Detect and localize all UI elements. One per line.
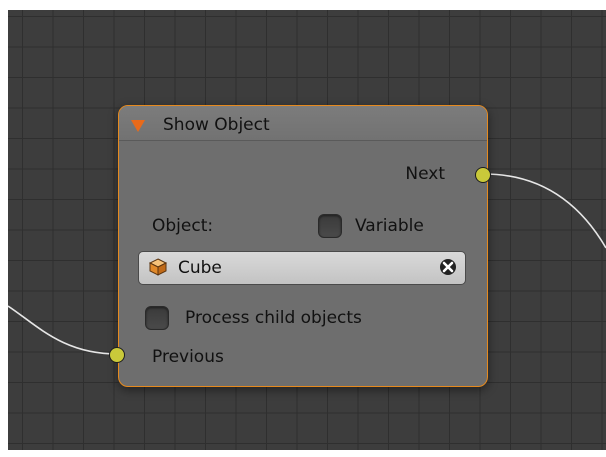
process-children-checkbox[interactable] bbox=[145, 306, 169, 330]
output-socket-next[interactable] bbox=[475, 167, 491, 183]
variable-label: Variable bbox=[355, 216, 424, 236]
link-next bbox=[483, 173, 606, 249]
node-title: Show Object bbox=[163, 115, 270, 135]
node-editor-canvas[interactable]: Show Object Next Object: Variable Cube P… bbox=[8, 10, 606, 450]
object-label: Object: bbox=[152, 216, 214, 236]
clear-icon[interactable] bbox=[439, 258, 457, 276]
process-children-label: Process child objects bbox=[185, 308, 362, 328]
cube-icon bbox=[148, 258, 168, 276]
output-label-next: Next bbox=[405, 164, 445, 184]
link-previous bbox=[8, 305, 119, 355]
show-object-node[interactable]: Show Object Next Object: Variable Cube P… bbox=[118, 105, 488, 387]
collapse-triangle-icon[interactable] bbox=[131, 120, 145, 132]
node-header[interactable]: Show Object bbox=[119, 106, 487, 141]
input-socket-previous[interactable] bbox=[109, 347, 125, 363]
variable-checkbox[interactable] bbox=[318, 214, 342, 238]
object-field-value: Cube bbox=[178, 258, 222, 278]
input-label-previous: Previous bbox=[152, 347, 224, 367]
object-field[interactable]: Cube bbox=[138, 251, 466, 285]
